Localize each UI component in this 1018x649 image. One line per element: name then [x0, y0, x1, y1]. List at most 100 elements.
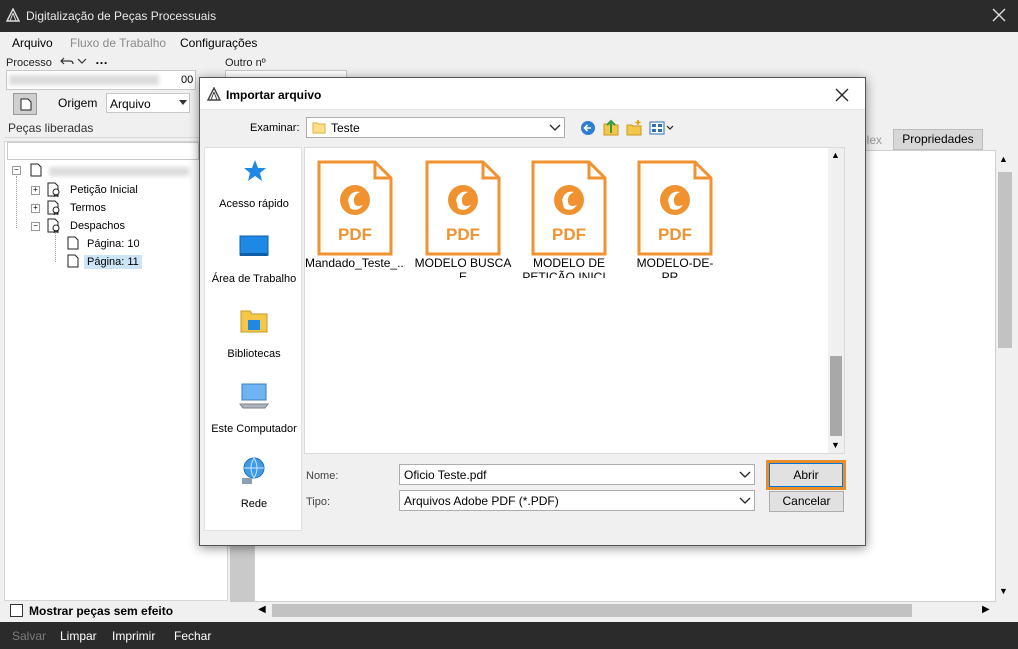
chevron-down-icon — [549, 124, 561, 131]
chevron-down-icon[interactable] — [77, 57, 87, 65]
file-list-scrollbar[interactable]: ▲ ▼ — [828, 148, 844, 453]
pdf-badge: PDF — [658, 225, 692, 244]
view-menu-icon[interactable] — [649, 120, 675, 136]
import-file-dialog: Importar arquivo Examinar: Teste Acesso … — [199, 77, 866, 546]
place-este-computador[interactable]: Este Computador — [205, 423, 303, 435]
certified-document-icon — [47, 218, 60, 234]
tree-expand-toggle[interactable]: + — [31, 204, 40, 213]
network-icon[interactable] — [239, 456, 269, 486]
current-folder: Teste — [331, 121, 360, 135]
tab-propriedades[interactable]: Propriedades — [893, 129, 983, 150]
fechar-button[interactable]: Fechar — [174, 629, 211, 643]
tree-item-peticao-inicial[interactable]: Petição Inicial — [70, 184, 138, 196]
open-button[interactable]: Abrir — [766, 460, 846, 490]
main-horizontal-scrollbar[interactable]: ◀ ▶ — [254, 602, 998, 620]
up-folder-icon[interactable] — [603, 119, 619, 136]
file-name: MODELO DE PETIÇÃO INICI... — [522, 256, 616, 278]
places-bar: Acesso rápido Área de Trabalho Bibliotec… — [204, 147, 302, 531]
document-icon — [20, 98, 32, 111]
scroll-up-icon[interactable]: ▲ — [831, 150, 840, 160]
window-title: Digitalização de Peças Processuais — [26, 9, 217, 23]
tree-collapse-toggle[interactable]: − — [31, 222, 40, 231]
pecas-tree-panel[interactable]: − + Petição Inicial + Termos − Despachos… — [4, 141, 228, 601]
file-item[interactable]: PDF MODELO-DE-PR... — [625, 160, 725, 278]
tree-item-pagina-11[interactable]: Página: 11 — [84, 255, 142, 269]
document-toggle-button[interactable] — [13, 93, 37, 115]
filetype-select[interactable]: Arquivos Adobe PDF (*.PDF) — [399, 490, 755, 511]
scroll-down-icon[interactable]: ▼ — [831, 440, 840, 450]
menu-configuracoes[interactable]: Configurações — [180, 36, 257, 50]
scroll-right-icon[interactable]: ▶ — [982, 604, 990, 615]
file-item[interactable]: PDF MODELO BUSCA E APREENSÃO.pdf — [413, 160, 513, 278]
scroll-down-icon[interactable]: ▼ — [999, 586, 1008, 596]
pdf-file-icon: PDF — [531, 160, 607, 256]
chevron-down-icon[interactable] — [739, 471, 751, 479]
menu-fluxo-de-trabalho[interactable]: Fluxo de Trabalho — [70, 36, 166, 50]
file-item[interactable]: PDF MODELO DE PETIÇÃO INICI... — [519, 160, 619, 278]
tree-guide-line — [16, 176, 17, 228]
dialog-titlebar: Importar arquivo — [200, 78, 865, 110]
certified-document-icon — [47, 182, 60, 198]
origem-select[interactable]: Arquivo — [106, 93, 190, 113]
libraries-icon[interactable] — [239, 308, 269, 334]
desktop-icon[interactable] — [239, 234, 269, 258]
cancel-button[interactable]: Cancelar — [769, 491, 844, 512]
imprimir-button[interactable]: Imprimir — [112, 629, 155, 643]
tree-collapse-toggle[interactable]: − — [12, 166, 21, 175]
scroll-thumb[interactable] — [830, 356, 842, 436]
main-vertical-scrollbar[interactable]: ▲ ▼ — [996, 150, 1016, 602]
examinar-label: Examinar: — [250, 122, 300, 134]
scroll-thumb[interactable] — [998, 172, 1012, 348]
back-icon[interactable] — [580, 120, 596, 136]
bottom-toolbar: Salvar Limpar Imprimir Fechar — [0, 622, 1018, 649]
place-area-de-trabalho[interactable]: Área de Trabalho — [205, 273, 303, 285]
tree-expand-toggle[interactable]: + — [31, 186, 40, 195]
nome-label: Nome: — [306, 470, 339, 482]
page-icon — [67, 236, 79, 250]
tipo-label: Tipo: — [306, 496, 331, 508]
examinar-folder-select[interactable]: Teste — [306, 117, 565, 138]
place-bibliotecas[interactable]: Bibliotecas — [205, 348, 303, 360]
root-node-redacted — [49, 167, 189, 176]
tree-item-pagina-10[interactable]: Página: 10 — [87, 238, 140, 250]
scroll-left-icon[interactable]: ◀ — [258, 604, 266, 615]
processo-label: Processo — [6, 57, 52, 69]
document-icon — [30, 163, 42, 177]
filter-input[interactable] — [7, 142, 199, 160]
mostrar-pecas-checkbox[interactable] — [10, 604, 23, 617]
new-folder-icon[interactable] — [626, 119, 643, 136]
menu-arquivo[interactable]: Arquivo — [12, 36, 53, 50]
file-list[interactable]: PDF Mandado_Teste_... PDF MODELO BUSCA E… — [304, 147, 845, 454]
page-icon — [67, 254, 79, 268]
more-icon[interactable]: … — [95, 52, 108, 67]
app-logo-icon — [6, 8, 20, 22]
undo-icon[interactable] — [60, 55, 74, 67]
scroll-thumb[interactable] — [272, 604, 912, 617]
tree-item-termos[interactable]: Termos — [70, 202, 106, 214]
star-icon[interactable] — [242, 158, 268, 184]
place-rede[interactable]: Rede — [205, 498, 303, 510]
folder-icon — [312, 122, 326, 134]
processo-redacted — [9, 75, 159, 85]
close-icon[interactable] — [834, 87, 850, 103]
main-titlebar: Digitalização de Peças Processuais — [0, 0, 1018, 32]
close-icon[interactable] — [990, 6, 1008, 24]
file-item[interactable]: PDF Mandado_Teste_... — [305, 160, 405, 278]
place-acesso-rapido[interactable]: Acesso rápido — [205, 198, 303, 210]
pdf-badge: PDF — [552, 225, 586, 244]
origem-label: Origem — [58, 96, 98, 110]
chevron-down-icon[interactable] — [739, 497, 751, 505]
salvar-button[interactable]: Salvar — [12, 629, 46, 643]
certified-document-icon — [47, 200, 60, 216]
pdf-file-icon: PDF — [637, 160, 713, 256]
dropdown-arrow-icon — [179, 100, 187, 105]
tree-item-despachos[interactable]: Despachos — [70, 220, 125, 232]
scroll-up-icon[interactable]: ▲ — [999, 154, 1008, 164]
tree-guide-line — [55, 232, 56, 262]
processo-input[interactable]: 00 — [6, 70, 196, 90]
limpar-button[interactable]: Limpar — [60, 629, 97, 643]
mostrar-pecas-label: Mostrar peças sem efeito — [29, 604, 174, 618]
pecas-liberadas-title: Peças liberadas — [8, 121, 94, 135]
filename-input[interactable]: Oficio Teste.pdf — [399, 464, 755, 485]
computer-icon[interactable] — [238, 382, 270, 410]
